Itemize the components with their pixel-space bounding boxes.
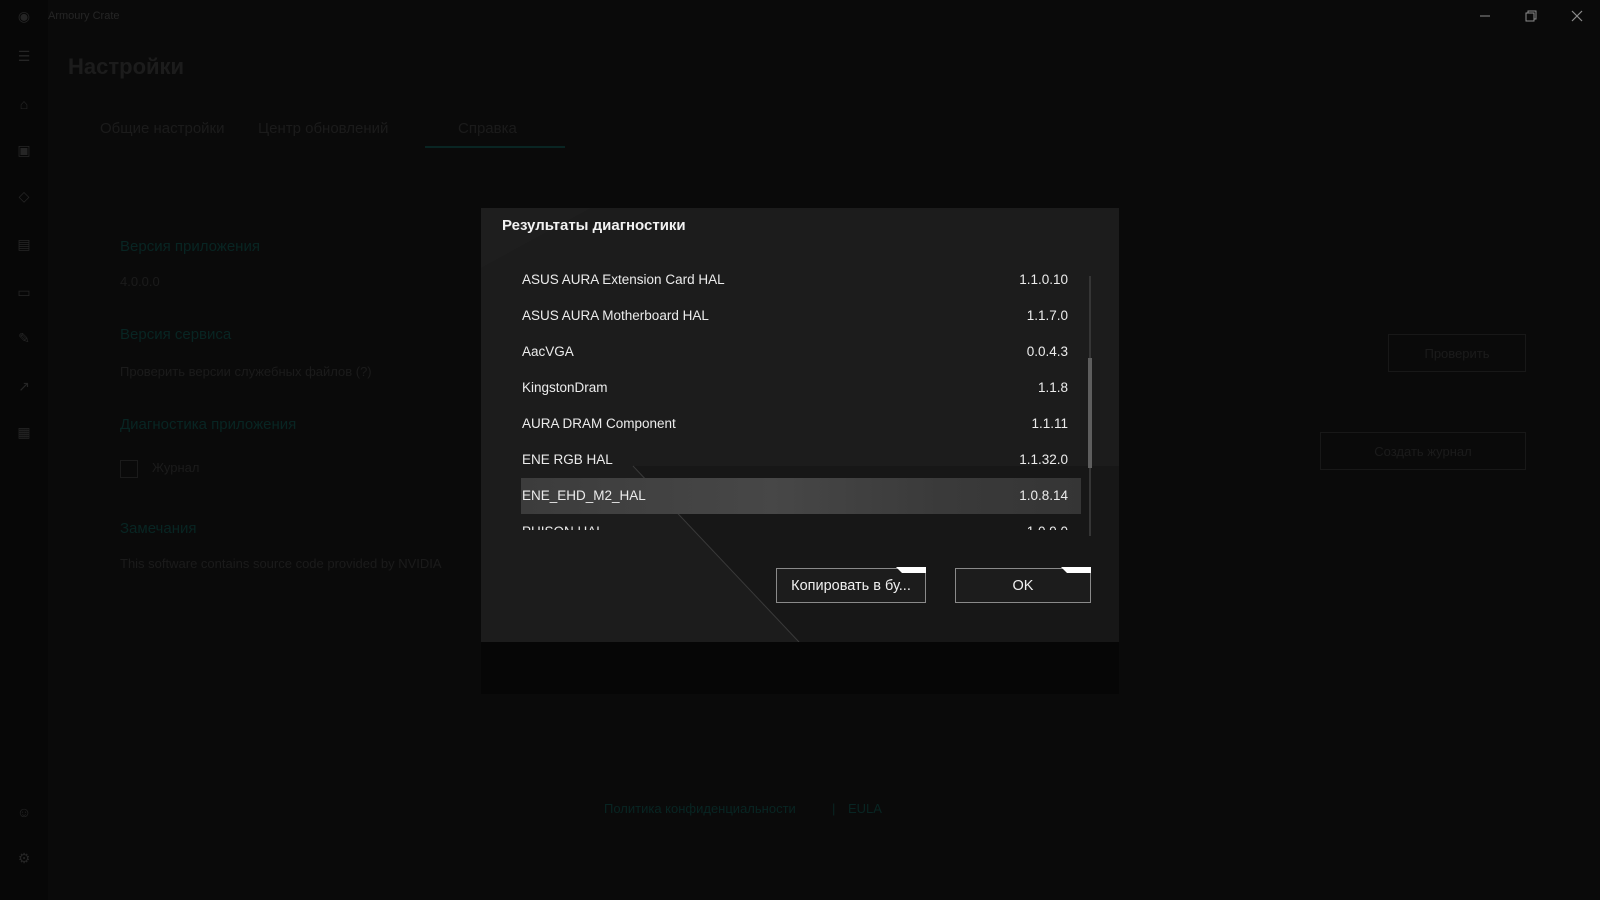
ok-button[interactable]: OK bbox=[955, 567, 1091, 603]
diagnostics-list[interactable]: ASUS AURA Extension Card HAL 1.1.0.10 ASUS… bbox=[521, 274, 1081, 530]
copy-button-label: Копировать в бу... bbox=[791, 577, 911, 594]
component-version: 1.1.0.10 bbox=[1019, 274, 1068, 287]
list-item[interactable]: ENE RGB HAL 1.1.32.0 bbox=[521, 442, 1081, 478]
component-version: 1.1.11 bbox=[1031, 416, 1068, 431]
list-item[interactable]: AURA DRAM Component 1.1.11 bbox=[521, 406, 1081, 442]
component-name: ENE_EHD_M2_HAL bbox=[522, 488, 646, 503]
scrollbar-thumb[interactable] bbox=[1088, 358, 1092, 468]
component-version: 1.0.8.14 bbox=[1019, 488, 1068, 503]
component-name: PHISON HAL bbox=[522, 524, 604, 530]
list-item[interactable]: ASUS AURA Extension Card HAL 1.1.0.10 bbox=[521, 274, 1081, 298]
component-version: 1.0.9.0 bbox=[1027, 524, 1068, 530]
list-item[interactable]: ASUS AURA Motherboard HAL 1.1.7.0 bbox=[521, 298, 1081, 334]
component-name: ASUS AURA Extension Card HAL bbox=[522, 274, 725, 287]
list-item[interactable]: ENE_EHD_M2_HAL 1.0.8.14 bbox=[521, 478, 1081, 514]
copy-to-clipboard-button[interactable]: Копировать в бу... bbox=[776, 567, 926, 603]
component-name: ASUS AURA Motherboard HAL bbox=[522, 308, 709, 323]
component-version: 0.0.4.3 bbox=[1026, 344, 1068, 359]
list-item[interactable]: AacVGA 0.0.4.3 bbox=[521, 334, 1081, 370]
list-item[interactable]: KingstonDram 1.1.8 bbox=[521, 370, 1081, 406]
component-version: 1.1.7.0 bbox=[1026, 308, 1068, 323]
button-corner-notch bbox=[896, 567, 926, 573]
component-name: ENE RGB HAL bbox=[522, 452, 613, 467]
app-window: ◉ ☰ ⌂ ▣ ◇ ▤ ▭ ✎ ↗ ▦ ☺ ⚙ Armoury Crate На… bbox=[0, 0, 1600, 900]
ok-button-label: OK bbox=[1012, 577, 1034, 594]
component-name: AacVGA bbox=[522, 344, 574, 359]
button-corner-notch bbox=[1061, 567, 1091, 573]
component-name: KingstonDram bbox=[522, 380, 608, 395]
dialog-title: Результаты диагностики bbox=[502, 217, 686, 234]
component-name: AURA DRAM Component bbox=[522, 416, 676, 431]
diagnostics-dialog: Результаты диагностики ASUS AURA Extensi… bbox=[481, 208, 1119, 642]
component-version: 1.1.32.0 bbox=[1019, 452, 1068, 467]
list-item[interactable]: PHISON HAL 1.0.9.0 bbox=[521, 514, 1081, 530]
component-version: 1.1.8 bbox=[1037, 380, 1068, 395]
